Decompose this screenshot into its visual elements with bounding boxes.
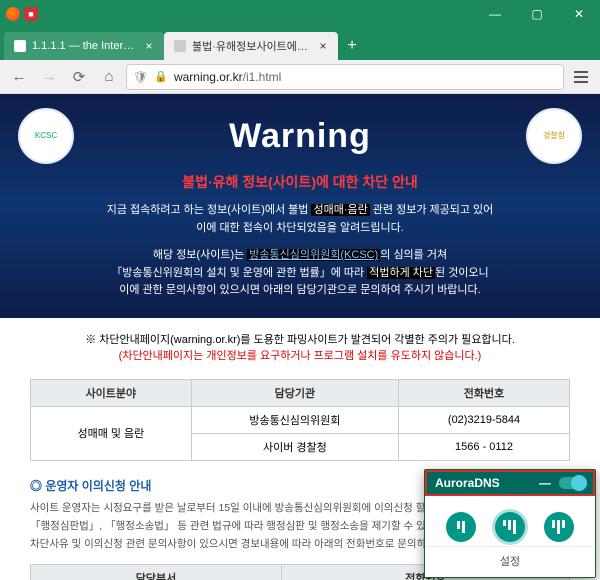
th-agency: 담당기관 (191, 379, 398, 406)
phishing-notice: ※ 차단안내페이지(warning.or.kr)를 도용한 파밍사이트가 발견되… (0, 318, 600, 373)
auroradns-title: AuroraDNS (435, 476, 500, 490)
contact-table-1: 사이트분야 담당기관 전화번호 성매매 및 음란 방송통신심의위원회 (02)3… (30, 379, 570, 461)
th-dept: 담당부서 (31, 564, 282, 580)
mode-button-1[interactable] (446, 512, 476, 542)
auroradns-titlebar[interactable]: AuroraDNS — (425, 470, 595, 496)
table-row: 성매매 및 음란 방송통신심의위원회 (02)3219-5844 (31, 406, 570, 433)
warning-desc-2: 해당 정보(사이트)는 방송통신심의위원회(KCSC)의 심의를 거쳐 「방송통… (18, 247, 582, 300)
nav-home-button[interactable]: ⌂ (96, 64, 122, 90)
tab-label: 1.1.1.1 — the Internet's Fastes (32, 40, 136, 52)
tab-warning-page[interactable]: 불법·유해정보사이트에 대한 차단 × (164, 32, 338, 60)
window-maximize-button[interactable]: ▢ (516, 0, 558, 28)
dns-toggle[interactable] (559, 477, 585, 489)
auroradns-panel[interactable]: AuroraDNS — 설정 (424, 469, 596, 578)
auroradns-settings-button[interactable]: 설정 (425, 546, 595, 577)
mode-button-3[interactable] (544, 512, 574, 542)
th-category: 사이트분야 (31, 379, 192, 406)
url-text: warning.or.kr/i1.html (174, 70, 557, 84)
panel-minimize-button[interactable]: — (539, 476, 551, 490)
auroradns-body (425, 496, 595, 546)
warning-subtitle: 불법·유해 정보(사이트)에 대한 차단 안내 (18, 172, 582, 192)
window-titlebar: ■ — ▢ ✕ (0, 0, 600, 28)
nav-reload-button[interactable]: ⟳ (66, 64, 92, 90)
mode-button-2[interactable] (495, 512, 525, 542)
nav-back-button[interactable]: ← (6, 64, 32, 90)
nav-forward-button[interactable]: → (36, 64, 62, 90)
new-tab-button[interactable]: + (338, 32, 366, 60)
window-minimize-button[interactable]: — (474, 0, 516, 28)
favicon-icon (174, 40, 186, 52)
address-bar[interactable]: 🛡 🔒 warning.or.kr/i1.html (126, 64, 564, 90)
site-lock-icon[interactable]: 🔒 (154, 70, 168, 83)
window-close-button[interactable]: ✕ (558, 0, 600, 28)
tab-cloudflare[interactable]: 1.1.1.1 — the Internet's Fastes × (4, 32, 164, 60)
warning-hero: KCSC Warning 경찰청 불법·유해 정보(사이트)에 대한 차단 안내… (0, 94, 600, 318)
app-menu-button[interactable] (568, 64, 594, 90)
kcsc-link[interactable]: 방송통신심의위원회(KCSC) (247, 249, 380, 261)
warning-heading: Warning (229, 117, 371, 156)
tab-close-button[interactable]: × (316, 39, 330, 53)
firefox-icon (6, 7, 20, 21)
favicon-icon (14, 40, 26, 52)
warning-desc-1: 지금 접속하려고 하는 정보(사이트)에서 불법 성매매·음란 관련 정보가 제… (18, 202, 582, 237)
kcsc-seal-icon: KCSC (18, 108, 74, 164)
browser-toolbar: ← → ⟳ ⌂ 🛡 🔒 warning.or.kr/i1.html (0, 60, 600, 94)
tab-close-button[interactable]: × (142, 39, 156, 53)
tracking-shield-icon[interactable]: 🛡 (133, 70, 148, 84)
tab-label: 불법·유해정보사이트에 대한 차단 (192, 38, 310, 54)
th-phone: 전화번호 (399, 379, 570, 406)
extension-badge-icon[interactable]: ■ (24, 7, 38, 21)
police-seal-icon: 경찰청 (526, 108, 582, 164)
tab-bar: 1.1.1.1 — the Internet's Fastes × 불법·유해정… (0, 28, 600, 60)
